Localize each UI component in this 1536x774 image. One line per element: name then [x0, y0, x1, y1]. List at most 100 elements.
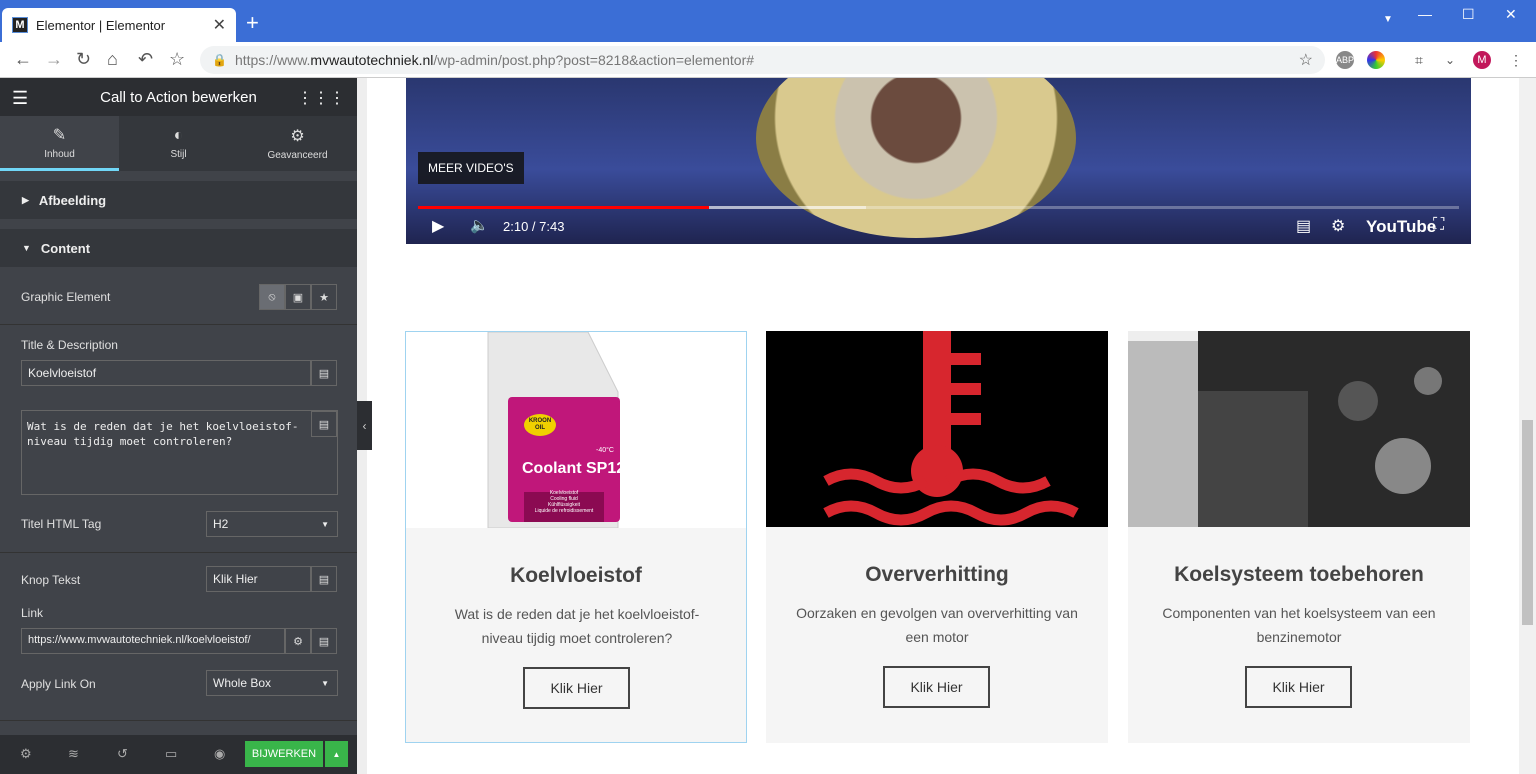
cta-card-koelvloeistof[interactable]: KROON OIL -40°C Coolant SP12 Koelvloeist…	[405, 331, 747, 743]
title-description-label: Title & Description	[21, 338, 118, 352]
undo-icon[interactable]: ↶	[138, 50, 153, 68]
section-content[interactable]: ▼ Content	[0, 229, 357, 267]
widgets-grid-icon[interactable]: ⋮⋮⋮	[297, 88, 345, 108]
close-window-icon[interactable]: ✕	[1505, 6, 1517, 23]
hamburger-menu-icon[interactable]: ☰	[12, 88, 28, 109]
apply-link-value: Whole Box	[213, 676, 272, 690]
card-title: Oververhitting	[865, 563, 1009, 586]
apply-link-select[interactable]: Whole Box ▼	[206, 670, 338, 696]
settings-icon[interactable]: ⚙	[1331, 216, 1345, 236]
reload-icon[interactable]: ↻	[76, 50, 91, 68]
apply-link-label: Apply Link On	[21, 677, 96, 691]
video-progress-fill	[418, 206, 710, 209]
browser-tab-bar: M Elementor | Elementor ✕ + ▼ — ☐ ✕	[0, 0, 1536, 42]
pencil-icon: ✎	[52, 126, 67, 144]
dynamic-tags-icon[interactable]: ▤	[311, 360, 337, 386]
card-button[interactable]: Klik Hier	[883, 666, 990, 708]
card-title: Koelsysteem toebehoren	[1174, 563, 1424, 586]
fullscreen-icon[interactable]: ⛶	[1433, 216, 1444, 234]
button-text-label: Knop Tekst	[21, 573, 81, 587]
url-prefix: https://www.	[234, 52, 311, 68]
video-time: 2:10 / 7:43	[503, 219, 565, 234]
color-extension-icon[interactable]	[1367, 51, 1385, 69]
divider	[0, 324, 357, 325]
panel-tabs: ✎ Inhoud ◐ Stijl ⚙ Geavanceerd	[0, 116, 357, 171]
youtube-logo[interactable]: YouTube	[1366, 217, 1436, 237]
temperature-warning-image	[766, 331, 1108, 527]
new-tab-icon[interactable]: +	[246, 12, 259, 34]
description-textarea[interactable]: Wat is de reden dat je het koelvloeistof…	[21, 410, 338, 495]
subtitles-icon[interactable]: ▤	[1296, 216, 1311, 236]
graphic-image-option[interactable]: ▣	[285, 284, 311, 310]
close-tab-icon[interactable]: ✕	[213, 15, 226, 35]
bookmark-page-icon[interactable]: ☆	[1299, 50, 1313, 70]
card-button[interactable]: Klik Hier	[523, 667, 630, 709]
link-input[interactable]: https://www.mvwautotechniek.nl/koelvloei…	[21, 628, 285, 654]
lock-icon: 🔒	[212, 53, 227, 67]
more-videos-button[interactable]: MEER VIDEO'S	[418, 152, 524, 184]
dynamic-tags-icon[interactable]: ▤	[311, 411, 337, 437]
collapse-panel-icon[interactable]: ‹	[357, 401, 372, 450]
dynamic-tags-icon[interactable]: ▤	[311, 566, 337, 592]
scrollbar-thumb[interactable]	[1522, 420, 1533, 625]
video-progress-bar[interactable]	[418, 206, 1459, 209]
coolant-label-text: Koelvloeistof Cooling fluid Kühlflüssigk…	[524, 490, 604, 514]
crop-icon[interactable]: ⌗	[1410, 51, 1428, 69]
history-icon[interactable]: ↺	[117, 746, 128, 762]
contrast-icon: ◐	[173, 127, 184, 144]
back-icon[interactable]: ←	[14, 50, 32, 68]
browser-toolbar: ← → ↻ ⌂ ↶ ☆ 🔒 https://www. mvwautotechni…	[0, 42, 1536, 78]
card-description: Componenten van het koelsysteem van een …	[1162, 605, 1436, 645]
gear-icon: ⚙	[290, 128, 305, 145]
dynamic-tags-icon[interactable]: ▤	[311, 628, 337, 654]
engine-radiator-image	[1128, 331, 1470, 527]
panel-title: Call to Action bewerken	[100, 88, 257, 106]
menu-icon[interactable]: ⋮	[1507, 51, 1525, 69]
section-afbeelding[interactable]: ▶ Afbeelding	[0, 181, 357, 219]
graphic-none-option[interactable]: ⦸	[259, 284, 285, 310]
settings-icon[interactable]: ⚙	[20, 746, 32, 762]
cta-card-koelsysteem[interactable]: Koelsysteem toebehoren Componenten van h…	[1128, 331, 1470, 743]
responsive-mode-icon[interactable]: ▭	[165, 746, 177, 762]
bookmark-star-icon[interactable]: ☆	[169, 50, 185, 68]
navigator-layers-icon[interactable]: ≋	[68, 746, 79, 762]
caret-right-icon: ▶	[22, 194, 29, 205]
extension-chevron-icon[interactable]: ⌄	[1441, 51, 1459, 69]
card-description: Oorzaken en gevolgen van oververhitting …	[796, 605, 1078, 645]
forward-icon[interactable]: →	[45, 50, 63, 68]
card-description: Wat is de reden dat je het koelvloeistof…	[454, 606, 700, 646]
tab-search-icon[interactable]: ▼	[1383, 14, 1393, 25]
volume-icon[interactable]: 🔈	[470, 216, 489, 234]
card-button[interactable]: Klik Hier	[1245, 666, 1352, 708]
cta-card-oververhitting[interactable]: Oververhitting Oorzaken en gevolgen van …	[766, 331, 1108, 743]
profile-avatar[interactable]: M	[1473, 51, 1491, 69]
link-options-gear-icon[interactable]: ⚙	[285, 628, 311, 654]
tab-label: Inhoud	[44, 148, 75, 160]
adblock-icon[interactable]: ABP	[1336, 51, 1354, 69]
card-title: Koelvloeistof	[510, 564, 642, 587]
button-text-input[interactable]: Klik Hier	[206, 566, 311, 592]
html-tag-select[interactable]: H2 ▼	[206, 511, 338, 537]
tab-label: Geavanceerd	[267, 150, 328, 161]
youtube-video[interactable]: MEER VIDEO'S ▶ 🔈 2:10 / 7:43 ▤ ⚙ YouTube…	[406, 78, 1471, 244]
home-icon[interactable]: ⌂	[107, 50, 118, 68]
tab-stijl[interactable]: ◐ Stijl	[119, 116, 238, 171]
browser-tab[interactable]: M Elementor | Elementor ✕	[2, 8, 236, 42]
tab-title: Elementor | Elementor	[36, 17, 166, 33]
tab-geavanceerd[interactable]: ⚙ Geavanceerd	[238, 116, 357, 171]
update-button[interactable]: BIJWERKEN	[245, 741, 323, 767]
preview-eye-icon[interactable]: ◉	[214, 746, 225, 762]
coolant-bottle-image: KROON OIL -40°C Coolant SP12 Koelvloeist…	[406, 331, 746, 529]
maximize-icon[interactable]: ☐	[1462, 6, 1475, 23]
graphic-icon-option[interactable]: ★	[311, 284, 337, 310]
tab-inhoud[interactable]: ✎ Inhoud	[0, 116, 119, 171]
coolant-product-name: Coolant SP12	[522, 460, 626, 477]
save-options-icon[interactable]: ▲	[325, 741, 348, 767]
html-tag-value: H2	[213, 517, 229, 531]
link-label: Link	[21, 606, 44, 620]
play-icon[interactable]: ▶	[432, 216, 444, 236]
kroon-oil-logo: KROON OIL	[524, 414, 556, 436]
title-input[interactable]: Koelvloeistof	[21, 360, 311, 386]
address-bar[interactable]: 🔒 https://www. mvwautotechniek.nl /wp-ad…	[200, 46, 1325, 74]
minimize-icon[interactable]: —	[1418, 6, 1432, 22]
